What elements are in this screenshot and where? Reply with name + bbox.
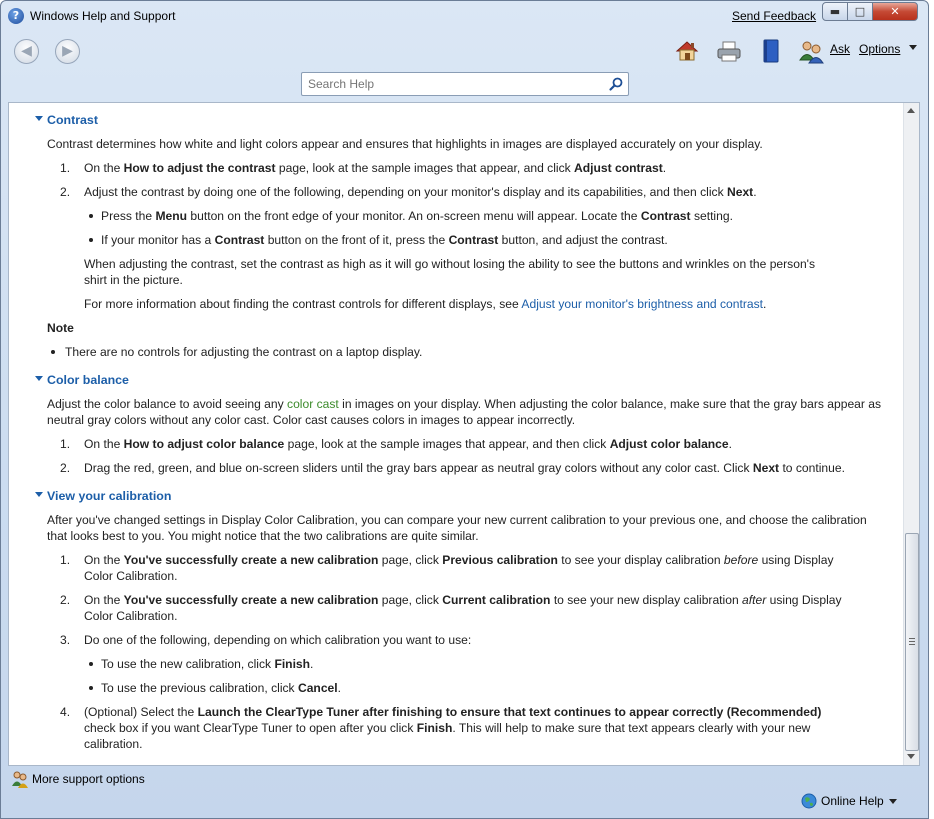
contrast-intro: Contrast determines how white and light … [47,137,763,151]
step-number: 2. [60,185,71,199]
print-icon[interactable] [716,38,742,64]
calibration-intro-line-2: that looks best to you. You might notice… [47,529,479,543]
calibration-step-1-line-2: Color Calibration. [84,569,178,583]
color-balance-step-2: Drag the red, green, and blue on-screen … [84,461,845,475]
vertical-scrollbar[interactable] [903,103,919,765]
contrast-para-1-line-2: shirt in the picture. [84,273,183,287]
chevron-down-icon[interactable] [889,799,897,804]
article: Contrast Contrast determines how white a… [9,103,902,765]
step-number: 2. [60,593,71,607]
step-number: 4. [60,705,71,719]
more-support-icon[interactable] [11,770,29,788]
step-number: 1. [60,437,71,451]
window-title: Windows Help and Support [30,9,176,23]
calibration-step-4-line-3: calibration. [84,737,143,751]
note-heading: Note [47,321,74,335]
title-bar[interactable]: ? Windows Help and Support Send Feedback… [1,1,928,31]
step-number: 1. [60,161,71,175]
collapse-arrow-icon[interactable] [35,116,43,121]
contrast-step-2: Adjust the contrast by doing one of the … [84,185,757,199]
color-balance-intro-line-2: neutral gray colors without any color ca… [47,413,576,427]
toolbar: ◀ ▶ Ask Options [1,31,928,101]
contrast-para-2: For more information about finding the c… [84,297,767,311]
calibration-intro-line-1: After you've changed settings in Display… [47,513,867,527]
options-button[interactable]: Options [859,42,900,56]
ask-button[interactable]: Ask [830,42,850,56]
ask-icon[interactable] [798,38,824,64]
calibration-step-2-line-2: Color Calibration. [84,609,178,623]
step-number: 1. [60,553,71,567]
home-icon[interactable] [674,38,700,64]
help-icon: ? [8,8,24,24]
scrollbar-thumb[interactable] [905,533,919,751]
color-balance-step-1: On the How to adjust color balance page,… [84,437,733,451]
search-input[interactable] [303,74,603,94]
brightness-contrast-link[interactable]: Adjust your monitor's brightness and con… [521,297,763,311]
section-heading-view-calibration[interactable]: View your calibration [47,488,171,504]
contrast-para-1-line-1: When adjusting the contrast, set the con… [84,257,816,271]
status-bar: More support options Online Help [1,767,928,819]
section-heading-contrast[interactable]: Contrast [47,112,98,128]
calibration-bullet-2: To use the previous calibration, click C… [101,681,342,695]
search-box[interactable] [301,72,629,96]
chevron-down-icon[interactable] [909,45,917,50]
contrast-step-1: On the How to adjust the contrast page, … [84,161,667,175]
color-balance-intro-line-1: Adjust the color balance to avoid seeing… [47,397,882,411]
search-icon[interactable] [608,76,624,92]
bullet-icon [89,662,93,666]
section-heading-color-balance[interactable]: Color balance [47,372,129,388]
scroll-down-arrow-icon[interactable] [907,754,915,759]
calibration-step-4-line-1: (Optional) Select the Launch the ClearTy… [84,705,822,719]
bullet-icon [89,686,93,690]
collapse-arrow-icon[interactable] [35,376,43,381]
help-window: ? Windows Help and Support Send Feedback… [0,0,929,819]
online-help-button[interactable]: Online Help [821,794,884,808]
calibration-bullet-1: To use the new calibration, click Finish… [101,657,314,671]
collapse-arrow-icon[interactable] [35,492,43,497]
forward-arrow-icon[interactable]: ▶ [55,39,80,64]
step-number: 2. [60,461,71,475]
step-number: 3. [60,633,71,647]
contrast-bullet-2: If your monitor has a Contrast button on… [101,233,668,247]
color-cast-link[interactable]: color cast [287,397,339,411]
bullet-icon [89,238,93,242]
send-feedback-link[interactable]: Send Feedback [732,9,816,23]
scroll-up-arrow-icon[interactable] [907,108,915,113]
calibration-step-3: Do one of the following, depending on wh… [84,633,472,647]
grip-icon [909,638,915,645]
calibration-step-2-line-1: On the You've successfully create a new … [84,593,842,607]
close-button[interactable]: ✕ [872,2,918,21]
contrast-bullet-1: Press the Menu button on the front edge … [101,209,733,223]
back-arrow-icon[interactable]: ◀ [14,39,39,64]
maximize-button[interactable]: □ [847,2,873,21]
help-content-pane: Contrast Contrast determines how white a… [8,102,920,766]
bullet-icon [89,214,93,218]
globe-icon [801,793,817,809]
calibration-step-4-line-2: check box if you want ClearType Tuner to… [84,721,811,735]
more-support-options-link[interactable]: More support options [32,772,145,786]
browse-help-icon[interactable] [758,38,784,64]
calibration-step-1-line-1: On the You've successfully create a new … [84,553,834,567]
bullet-icon [51,350,55,354]
note-text: There are no controls for adjusting the … [65,345,423,359]
minimize-button[interactable]: ▬ [822,2,848,21]
